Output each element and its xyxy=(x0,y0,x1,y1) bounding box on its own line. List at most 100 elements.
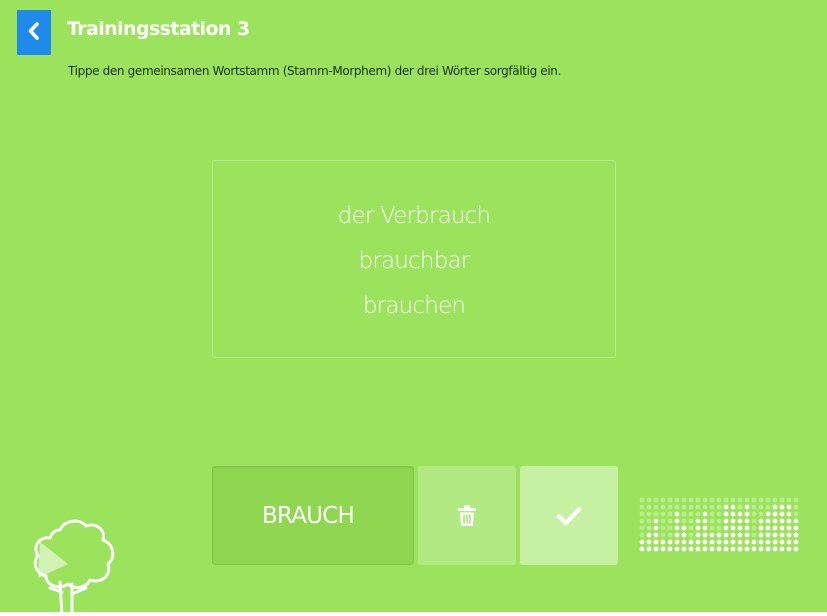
progress-dot xyxy=(688,546,694,552)
chevron-left-icon xyxy=(28,22,39,40)
progress-dot xyxy=(660,504,666,510)
back-button[interactable] xyxy=(17,10,51,55)
progress-dot xyxy=(695,511,701,517)
answer-input[interactable]: BRAUCH xyxy=(212,466,414,565)
progress-dot xyxy=(779,546,785,552)
progress-dot xyxy=(646,497,652,503)
progress-dot xyxy=(744,532,750,538)
progress-dot xyxy=(737,532,743,538)
progress-dot xyxy=(660,546,666,552)
progress-dot xyxy=(667,532,673,538)
progress-dot xyxy=(639,518,645,524)
progress-dot xyxy=(660,525,666,531)
progress-dot xyxy=(779,532,785,538)
progress-dot xyxy=(751,532,757,538)
progress-dot xyxy=(695,525,701,531)
progress-dot xyxy=(660,539,666,545)
trash-icon xyxy=(458,505,476,526)
progress-dot xyxy=(639,497,645,503)
progress-dot xyxy=(646,511,652,517)
progress-dot xyxy=(716,532,722,538)
progress-dot xyxy=(765,511,771,517)
progress-dot xyxy=(723,546,729,552)
progress-dot xyxy=(779,518,785,524)
progress-dot xyxy=(688,532,694,538)
progress-dot xyxy=(723,511,729,517)
progress-dot xyxy=(765,504,771,510)
progress-dot xyxy=(653,539,659,545)
progress-dot xyxy=(674,504,680,510)
progress-dot xyxy=(716,497,722,503)
progress-dot xyxy=(702,539,708,545)
progress-dot xyxy=(667,518,673,524)
answer-value: BRAUCH xyxy=(262,502,355,529)
progress-dot xyxy=(793,518,799,524)
progress-dot xyxy=(716,525,722,531)
progress-dot xyxy=(758,525,764,531)
progress-dot xyxy=(709,546,715,552)
progress-dot xyxy=(723,539,729,545)
progress-dot xyxy=(751,504,757,510)
progress-dot xyxy=(793,546,799,552)
progress-dot xyxy=(765,497,771,503)
progress-dot xyxy=(688,518,694,524)
progress-dot xyxy=(786,518,792,524)
progress-dot xyxy=(716,539,722,545)
progress-dot xyxy=(737,504,743,510)
progress-dot xyxy=(660,532,666,538)
progress-dot xyxy=(751,511,757,517)
progress-dot xyxy=(723,504,729,510)
progress-dot xyxy=(765,546,771,552)
progress-dot xyxy=(688,539,694,545)
progress-dot xyxy=(653,497,659,503)
progress-dot xyxy=(772,497,778,503)
progress-dot xyxy=(737,518,743,524)
progress-dot xyxy=(702,518,708,524)
progress-dot xyxy=(695,518,701,524)
progress-dot xyxy=(688,497,694,503)
progress-dot xyxy=(667,546,673,552)
progress-dot xyxy=(786,532,792,538)
tree-icon xyxy=(33,519,115,612)
progress-dot xyxy=(709,532,715,538)
progress-dot xyxy=(653,504,659,510)
progress-dot xyxy=(709,539,715,545)
progress-dot xyxy=(772,504,778,510)
progress-dot xyxy=(765,518,771,524)
progress-dot xyxy=(716,546,722,552)
progress-dot xyxy=(667,504,673,510)
progress-dot xyxy=(779,504,785,510)
word-item: brauchbar xyxy=(358,247,471,274)
progress-dot xyxy=(695,504,701,510)
progress-dot xyxy=(737,546,743,552)
progress-dot xyxy=(639,539,645,545)
progress-dot xyxy=(660,497,666,503)
progress-dot xyxy=(730,539,736,545)
progress-dot xyxy=(681,504,687,510)
progress-dot xyxy=(702,511,708,517)
delete-button[interactable] xyxy=(418,466,516,565)
progress-dot xyxy=(758,532,764,538)
progress-dot xyxy=(744,546,750,552)
progress-dot xyxy=(772,539,778,545)
progress-dot xyxy=(702,532,708,538)
progress-dot xyxy=(667,497,673,503)
progress-dot xyxy=(695,539,701,545)
progress-dot xyxy=(723,518,729,524)
progress-dot xyxy=(758,518,764,524)
progress-dot xyxy=(695,532,701,538)
progress-dot xyxy=(674,511,680,517)
progress-dot xyxy=(667,525,673,531)
progress-dot xyxy=(653,546,659,552)
progress-dot xyxy=(737,539,743,545)
progress-dot xyxy=(681,518,687,524)
progress-dot xyxy=(674,497,680,503)
progress-dots xyxy=(639,497,799,552)
progress-dot xyxy=(765,525,771,531)
confirm-button[interactable] xyxy=(520,466,618,565)
progress-dot xyxy=(772,518,778,524)
progress-dot xyxy=(716,518,722,524)
progress-dot xyxy=(639,511,645,517)
progress-dot xyxy=(779,511,785,517)
word-item: der Verbrauch xyxy=(337,202,491,229)
